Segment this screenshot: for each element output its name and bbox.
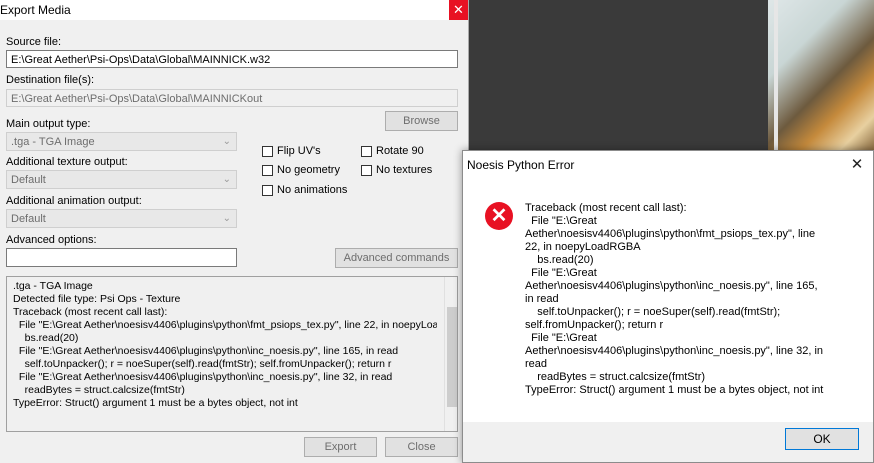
main-output-type-select[interactable]: .tga - TGA Image ⌄	[6, 132, 237, 151]
destination-file-label: Destination file(s):	[6, 74, 95, 86]
close-icon: ✕	[850, 156, 864, 173]
browse-button[interactable]: Browse	[385, 111, 458, 131]
advanced-options-label: Advanced options:	[6, 234, 97, 246]
close-dialog-button[interactable]: ✕	[848, 156, 866, 174]
texture-output-value: Default	[11, 174, 46, 186]
error-titlebar: Noesis Python Error ✕	[463, 151, 873, 179]
scrollbar-thumb[interactable]	[447, 307, 457, 407]
no-geometry-checkbox[interactable]	[262, 165, 273, 176]
rotate-90-checkbox[interactable]	[361, 146, 372, 157]
dialog-title: Noesis Python Error	[467, 158, 575, 172]
chevron-down-icon: ⌄	[222, 174, 231, 185]
error-body: ✕ Traceback (most recent call last): Fil…	[463, 179, 873, 422]
close-button[interactable]: Close	[385, 437, 458, 457]
main-output-type-label: Main output type:	[6, 118, 91, 130]
chevron-down-icon: ⌄	[222, 136, 231, 147]
close-icon: ✕	[453, 2, 464, 17]
animation-output-value: Default	[11, 213, 46, 225]
error-message: Traceback (most recent call last): File …	[525, 202, 824, 396]
python-error-dialog: Noesis Python Error ✕ ✕ Traceback (most …	[462, 150, 874, 463]
advanced-options-input[interactable]	[6, 248, 237, 267]
texture-output-label: Additional texture output:	[6, 156, 128, 168]
chevron-down-icon: ⌄	[222, 213, 231, 224]
export-button[interactable]: Export	[304, 437, 377, 457]
advanced-commands-button[interactable]: Advanced commands	[335, 248, 458, 268]
source-file-label: Source file:	[6, 36, 62, 48]
no-textures-checkbox[interactable]	[361, 165, 372, 176]
no-animations-checkbox[interactable]	[262, 185, 273, 196]
error-icon: ✕	[485, 202, 513, 230]
destination-file-field[interactable]: E:\Great Aether\Psi-Ops\Data\Global\MAIN…	[6, 89, 458, 107]
no-textures-label: No textures	[376, 164, 433, 176]
flip-uvs-label: Flip UV's	[277, 145, 321, 157]
export-titlebar: Export Media ✕	[0, 0, 468, 20]
background-dark-area	[468, 0, 768, 155]
no-geometry-label: No geometry	[277, 164, 340, 176]
log-text: .tga - TGA Image Detected file type: Psi…	[13, 280, 437, 409]
log-scrollbar[interactable]	[444, 277, 457, 431]
animation-output-label: Additional animation output:	[6, 195, 142, 207]
texture-output-select[interactable]: Default ⌄	[6, 170, 237, 189]
flip-uvs-checkbox[interactable]	[262, 146, 273, 157]
log-output[interactable]: .tga - TGA Image Detected file type: Psi…	[6, 276, 458, 432]
ok-button[interactable]: OK	[785, 428, 859, 450]
export-media-window: Export Media ✕ Source file: E:\Great Aet…	[0, 0, 469, 463]
main-output-type-value: .tga - TGA Image	[11, 136, 95, 148]
close-window-button[interactable]: ✕	[449, 0, 468, 20]
rotate-90-label: Rotate 90	[376, 145, 424, 157]
window-title: Export Media	[0, 3, 71, 17]
source-file-field[interactable]: E:\Great Aether\Psi-Ops\Data\Global\MAIN…	[6, 50, 458, 68]
animation-output-select[interactable]: Default ⌄	[6, 209, 237, 228]
background-artwork	[768, 0, 874, 155]
no-animations-label: No animations	[277, 184, 348, 196]
